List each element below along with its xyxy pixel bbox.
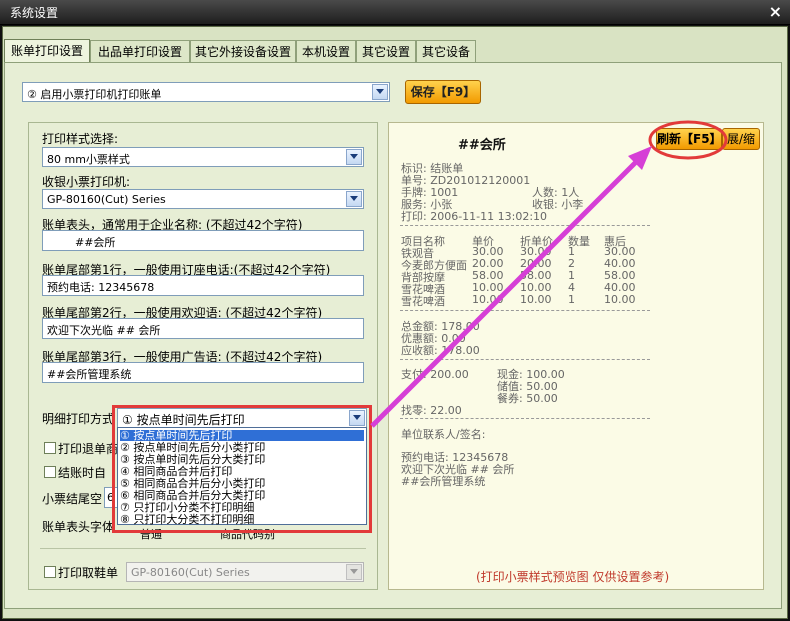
pointer-arrow: [370, 156, 642, 428]
annotation-overlay: [370, 120, 728, 428]
highlight-circle: [648, 120, 728, 160]
